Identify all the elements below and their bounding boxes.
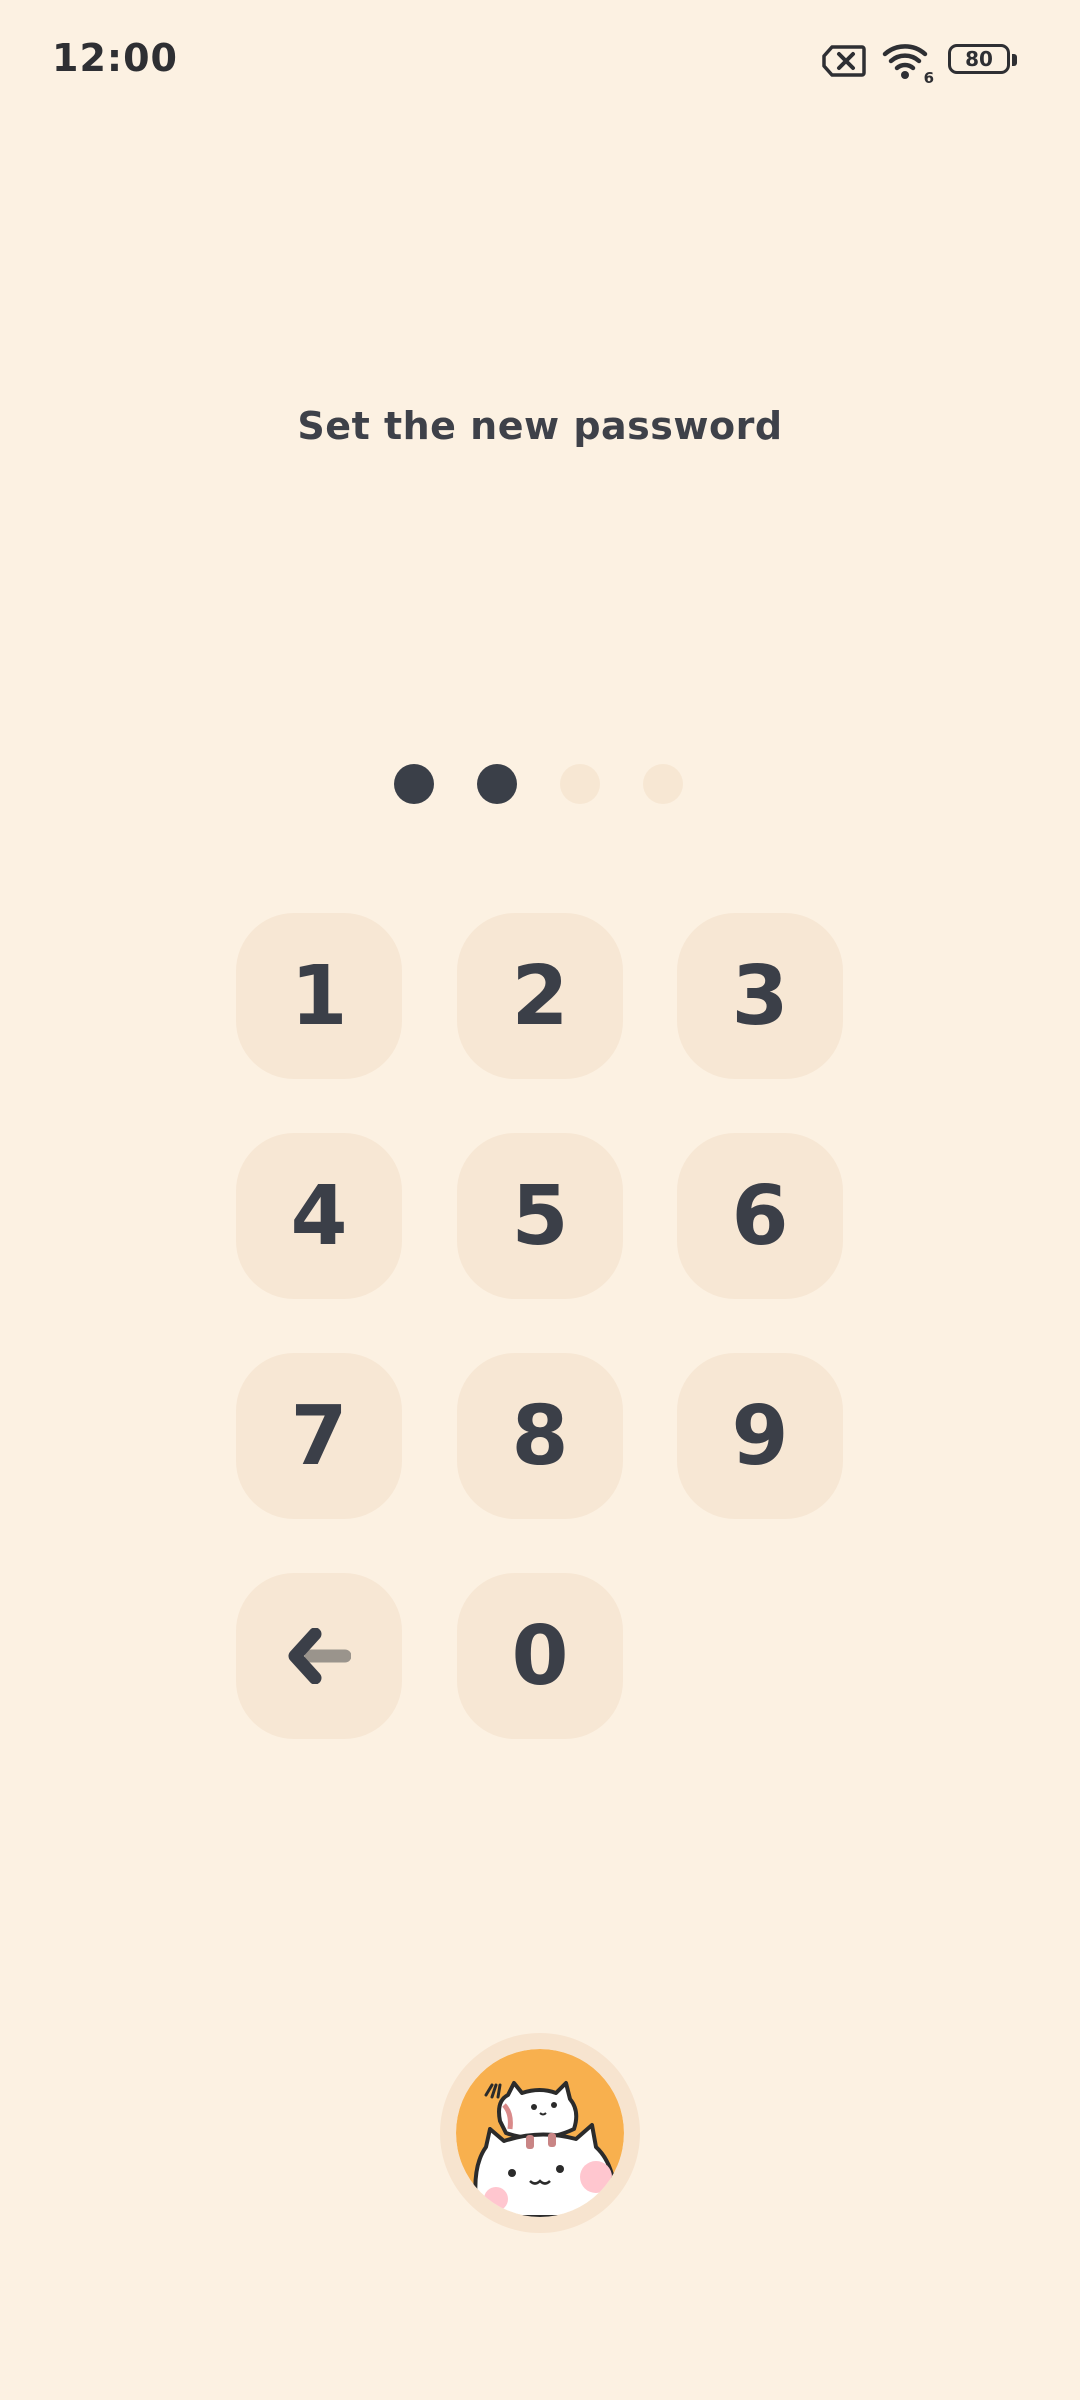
key-2[interactable]: 2 (457, 913, 623, 1079)
key-0-label: 0 (511, 1608, 569, 1704)
battery-tip (1012, 54, 1017, 66)
wifi-label: 6 (923, 69, 934, 87)
key-7[interactable]: 7 (236, 1353, 402, 1519)
key-7-label: 7 (290, 1388, 348, 1484)
key-6-label: 6 (731, 1168, 789, 1264)
battery-level: 80 (948, 44, 1010, 74)
key-1-label: 1 (290, 948, 348, 1044)
status-icons: 6 80 (822, 38, 1018, 87)
key-3[interactable]: 3 (677, 913, 843, 1079)
key-5[interactable]: 5 (457, 1133, 623, 1299)
battery-icon: 80 (948, 44, 1018, 78)
key-9[interactable]: 9 (677, 1353, 843, 1519)
key-3-label: 3 (731, 948, 789, 1044)
key-8-label: 8 (511, 1388, 569, 1484)
wifi-icon: 6 (882, 41, 934, 87)
key-8[interactable]: 8 (457, 1353, 623, 1519)
backspace-button[interactable] (236, 1573, 402, 1739)
key-6[interactable]: 6 (677, 1133, 843, 1299)
pin-dot-2 (477, 764, 517, 804)
key-9-label: 9 (731, 1388, 789, 1484)
page-title: Set the new password (297, 404, 783, 448)
pin-indicator (394, 764, 686, 804)
key-0[interactable]: 0 (457, 1573, 623, 1739)
avatar-button[interactable] (440, 2033, 640, 2233)
backspace-arrow-icon (288, 1628, 351, 1684)
key-1[interactable]: 1 (236, 913, 402, 1079)
key-4[interactable]: 4 (236, 1133, 402, 1299)
pin-dot-4 (643, 764, 683, 804)
key-2-label: 2 (511, 948, 569, 1044)
status-bar: 12:00 6 80 (0, 0, 1080, 124)
no-sim-icon (822, 45, 866, 77)
pin-dot-1 (394, 764, 434, 804)
key-4-label: 4 (290, 1168, 348, 1264)
status-time: 12:00 (52, 36, 178, 80)
pin-dot-3 (560, 764, 600, 804)
key-5-label: 5 (511, 1168, 569, 1264)
cats-avatar-icon (456, 2049, 624, 2217)
